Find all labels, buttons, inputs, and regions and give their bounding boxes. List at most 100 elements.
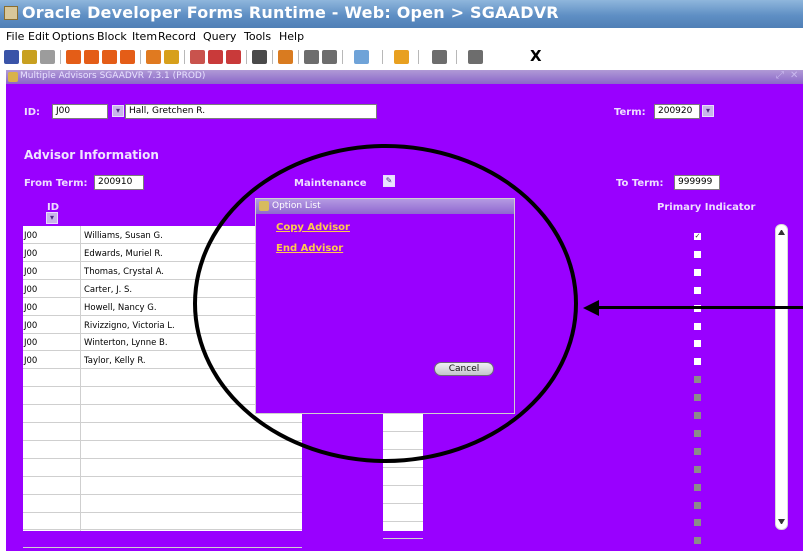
form-title: Multiple Advisors SGAADVR 7.3.1 (PROD) <box>20 71 206 81</box>
primary-indicator-checkbox[interactable] <box>694 519 701 526</box>
remove-record-icon[interactable] <box>208 50 223 64</box>
advisor-id-cell[interactable]: J00 <box>24 267 37 277</box>
primary-indicator-checkbox[interactable] <box>694 466 701 473</box>
vertical-scrollbar[interactable] <box>775 224 788 530</box>
primary-indicator-checkbox[interactable] <box>694 394 701 401</box>
primary-indicator-checkbox[interactable] <box>694 412 701 419</box>
maintenance-row-divider <box>383 538 423 540</box>
print-icon[interactable] <box>40 50 55 64</box>
advisor-id-cell[interactable]: J00 <box>24 303 37 313</box>
grid-row-divider <box>23 547 302 548</box>
undo-icon[interactable] <box>22 50 37 64</box>
advisor-id-cell[interactable]: J00 <box>24 321 37 331</box>
id-lov-icon[interactable]: ▾ <box>112 105 124 117</box>
insert-record-icon[interactable] <box>190 50 205 64</box>
term-lov-icon[interactable]: ▾ <box>702 105 714 117</box>
advisor-name-cell: Thomas, Crystal A. <box>84 267 164 277</box>
close-icon[interactable]: ✕ <box>790 70 798 81</box>
toolbar-separator <box>298 50 299 64</box>
clear-record-icon[interactable] <box>226 50 241 64</box>
from-term-label: From Term: <box>24 178 88 189</box>
advisor-id-cell[interactable]: J00 <box>24 285 37 295</box>
toolbar-separator <box>418 50 419 64</box>
grid-row-divider <box>23 440 302 441</box>
menu-record[interactable]: Record <box>158 30 196 43</box>
id-label: ID: <box>24 107 41 118</box>
toolbar-separator <box>246 50 247 64</box>
advisor-name-cell: Howell, Nancy G. <box>84 303 157 313</box>
grid-row-divider <box>23 458 302 459</box>
app-icon <box>4 6 18 20</box>
advisor-section-header: Advisor Information <box>24 148 159 162</box>
menu-block[interactable]: Block <box>97 30 127 43</box>
primary-indicator-checkbox[interactable] <box>694 376 701 383</box>
pointer-arrow-head <box>583 300 599 316</box>
back-icon[interactable] <box>354 50 369 64</box>
menu-tools[interactable]: Tools <box>244 30 271 43</box>
maintenance-row-divider <box>383 520 423 522</box>
primary-indicator-checkbox[interactable] <box>694 502 701 509</box>
menu-help[interactable]: Help <box>279 30 304 43</box>
exit-button[interactable]: X <box>530 47 542 65</box>
toolbar-separator <box>140 50 141 64</box>
toolbar: X <box>0 47 803 68</box>
highlight-ellipse <box>193 144 578 463</box>
primary-indicator-checkbox[interactable] <box>694 251 701 258</box>
execute-query-icon[interactable] <box>164 50 179 64</box>
spell-check-icon[interactable] <box>322 50 337 64</box>
title-bar: Oracle Developer Forms Runtime - Web: Op… <box>0 0 803 28</box>
previous-record-icon[interactable] <box>84 50 99 64</box>
advisor-id-cell[interactable]: J00 <box>24 231 37 241</box>
primary-indicator-checkbox[interactable] <box>694 448 701 455</box>
primary-indicator-checkbox[interactable] <box>694 287 701 294</box>
primary-indicator-checkbox[interactable] <box>694 358 701 365</box>
edit-field-icon[interactable] <box>304 50 319 64</box>
attachment-icon[interactable] <box>278 50 293 64</box>
help-icon[interactable] <box>394 50 409 64</box>
first-record-icon[interactable] <box>66 50 81 64</box>
term-field[interactable]: 200920 <box>654 104 700 119</box>
advisor-id-cell[interactable]: J00 <box>24 338 37 348</box>
toolbar-separator <box>342 50 343 64</box>
scroll-up-icon[interactable] <box>778 229 785 235</box>
name-field: Hall, Gretchen R. <box>125 104 377 119</box>
term-label: Term: <box>614 107 646 118</box>
advisor-name-cell: Williams, Susan G. <box>84 231 163 241</box>
form-title-bar: Multiple Advisors SGAADVR 7.3.1 (PROD) ⤢… <box>6 70 803 84</box>
toolbar-separator <box>456 50 457 64</box>
menu-edit[interactable]: Edit <box>28 30 49 43</box>
primary-indicator-checkbox[interactable] <box>694 484 701 491</box>
last-record-icon[interactable] <box>120 50 135 64</box>
menu-query[interactable]: Query <box>203 30 236 43</box>
primary-indicator-checkbox[interactable] <box>694 269 701 276</box>
maintenance-row-divider <box>383 502 423 504</box>
advisor-name-cell: Taylor, Kelly R. <box>84 356 146 366</box>
minimize-icon[interactable]: ⤢ <box>776 70 784 81</box>
primary-indicator-checkbox[interactable]: ✓ <box>694 233 701 240</box>
menu-file[interactable]: File <box>6 30 24 43</box>
maintenance-row-divider <box>383 466 423 468</box>
online-help-icon[interactable] <box>468 50 483 64</box>
id-column-lov-icon[interactable]: ▾ <box>46 212 58 224</box>
from-term-field[interactable]: 200910 <box>94 175 144 190</box>
grid-row-divider <box>23 529 302 530</box>
advisor-name-cell: Carter, J. S. <box>84 285 133 295</box>
pointer-arrow <box>598 306 803 309</box>
primary-indicator-checkbox[interactable] <box>694 340 701 347</box>
primary-indicator-checkbox[interactable] <box>694 430 701 437</box>
next-record-icon[interactable] <box>102 50 117 64</box>
toolbar-separator <box>382 50 383 64</box>
advisor-id-cell[interactable]: J00 <box>24 356 37 366</box>
scroll-down-icon[interactable] <box>778 519 785 525</box>
menu-item[interactable]: Item <box>132 30 157 43</box>
primary-indicator-checkbox[interactable] <box>694 537 701 544</box>
save-icon[interactable] <box>4 50 19 64</box>
advisor-id-cell[interactable]: J00 <box>24 249 37 259</box>
menu-options[interactable]: Options <box>52 30 94 43</box>
to-term-field[interactable]: 999999 <box>674 175 720 190</box>
id-field[interactable]: J00 <box>52 104 108 119</box>
info-icon[interactable] <box>432 50 447 64</box>
enter-query-icon[interactable] <box>146 50 161 64</box>
primary-indicator-checkbox[interactable] <box>694 323 701 330</box>
list-of-values-icon[interactable] <box>252 50 267 64</box>
